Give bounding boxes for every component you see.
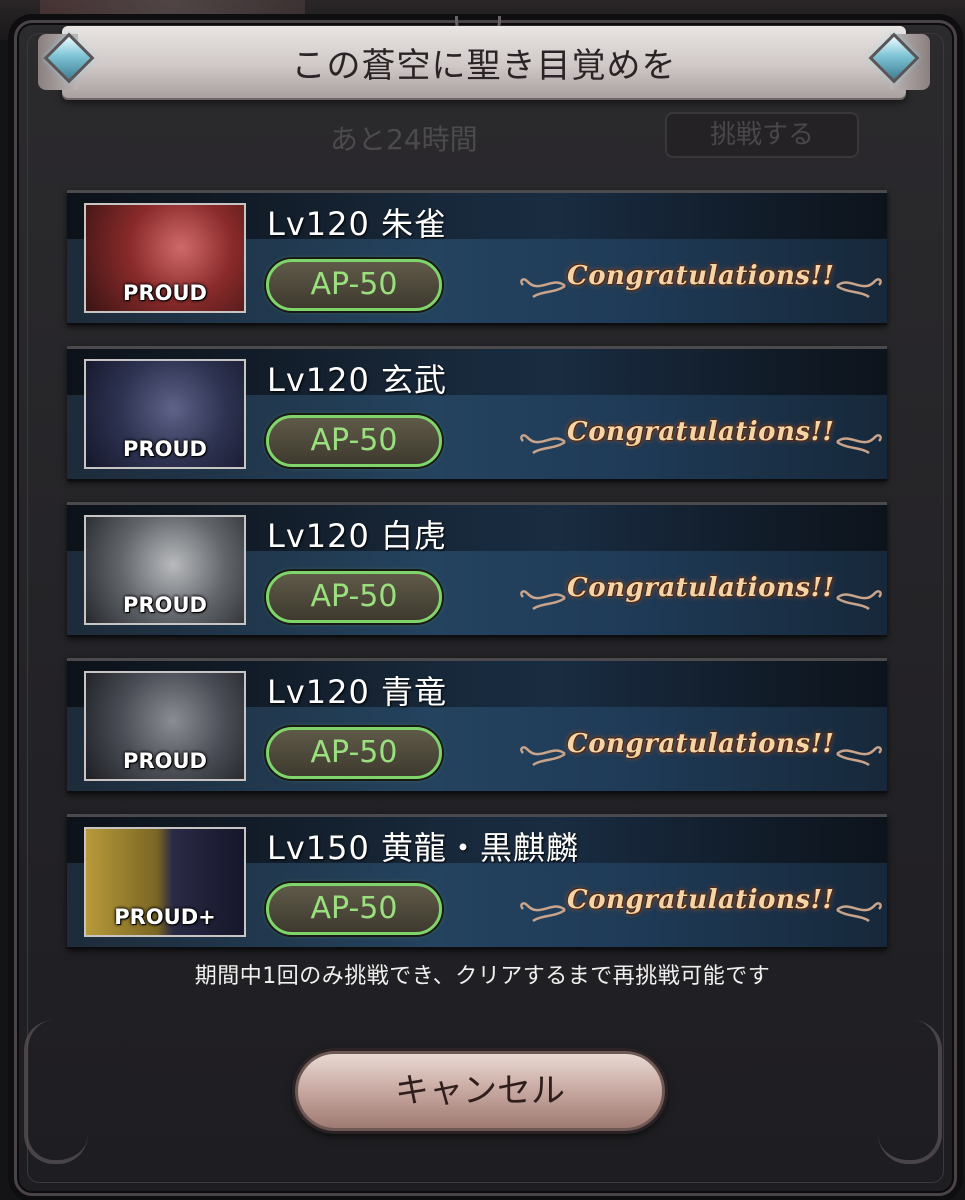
background-timer: あと24時間 bbox=[330, 123, 478, 156]
boss-thumbnail: PROUD bbox=[84, 203, 246, 313]
flourish-icon bbox=[520, 434, 566, 455]
difficulty-tag: PROUD+ bbox=[114, 905, 216, 929]
cleared-status: Congratulations!! bbox=[567, 417, 835, 447]
boss-thumbnail: PROUD bbox=[84, 515, 246, 625]
flourish-icon bbox=[836, 746, 882, 767]
flourish-icon bbox=[836, 902, 882, 923]
boss-thumbnail: PROUD bbox=[84, 671, 246, 781]
flourish-icon bbox=[836, 590, 882, 611]
cleared-status: Congratulations!! bbox=[567, 261, 835, 291]
quest-name: Lv120 朱雀 bbox=[267, 205, 448, 243]
ap-cost-badge: AP-50 bbox=[266, 415, 442, 467]
flourish-icon bbox=[836, 278, 882, 299]
corner-ornament-right bbox=[878, 1020, 942, 1164]
flourish-icon bbox=[520, 746, 566, 767]
difficulty-tag: PROUD bbox=[123, 593, 207, 617]
quest-card-genbu[interactable]: PROUD Lv120 玄武 AP-50 Congratulations!! bbox=[67, 346, 887, 481]
flourish-icon bbox=[836, 434, 882, 455]
quest-list: PROUD Lv120 朱雀 AP-50 Congratulations!! P… bbox=[67, 190, 887, 970]
flourish-icon bbox=[520, 590, 566, 611]
cleared-status: Congratulations!! bbox=[567, 885, 835, 915]
boss-thumbnail: PROUD bbox=[84, 359, 246, 469]
quest-card-suzaku[interactable]: PROUD Lv120 朱雀 AP-50 Congratulations!! bbox=[67, 190, 887, 325]
flourish-icon bbox=[520, 902, 566, 923]
quest-name: Lv120 玄武 bbox=[267, 361, 448, 399]
ap-cost-badge: AP-50 bbox=[266, 259, 442, 311]
ap-cost-badge: AP-50 bbox=[266, 571, 442, 623]
quest-name: Lv120 青竜 bbox=[267, 673, 448, 711]
ap-cost-badge: AP-50 bbox=[266, 727, 442, 779]
cleared-status: Congratulations!! bbox=[567, 573, 835, 603]
challenge-rule-note: 期間中1回のみ挑戦でき、クリアするまで再挑戦可能です bbox=[194, 964, 771, 989]
difficulty-tag: PROUD bbox=[123, 437, 207, 461]
quest-card-byakko[interactable]: PROUD Lv120 白虎 AP-50 Congratulations!! bbox=[67, 502, 887, 637]
quest-name: Lv150 黄龍・黒麒麟 bbox=[267, 829, 580, 867]
quest-card-ouryu-kokkirin[interactable]: PROUD+ Lv150 黄龍・黒麒麟 AP-50 Congratulation… bbox=[67, 814, 887, 949]
background-challenge-button: 挑戦する bbox=[665, 112, 859, 158]
cancel-button-frame: キャンセル bbox=[285, 1045, 675, 1137]
quest-name: Lv120 白虎 bbox=[267, 517, 448, 555]
boss-thumbnail: PROUD+ bbox=[84, 827, 246, 937]
flourish-icon bbox=[520, 278, 566, 299]
difficulty-tag: PROUD bbox=[123, 749, 207, 773]
ap-cost-badge: AP-50 bbox=[266, 883, 442, 935]
cleared-status: Congratulations!! bbox=[567, 729, 835, 759]
title-banner: この蒼空に聖き目覚めを bbox=[38, 26, 930, 98]
quest-card-seiryu[interactable]: PROUD Lv120 青竜 AP-50 Congratulations!! bbox=[67, 658, 887, 793]
cancel-button[interactable]: キャンセル bbox=[295, 1051, 665, 1131]
difficulty-tag: PROUD bbox=[123, 281, 207, 305]
corner-ornament-left bbox=[24, 1020, 88, 1164]
dialog-title: この蒼空に聖き目覚めを bbox=[291, 46, 677, 86]
